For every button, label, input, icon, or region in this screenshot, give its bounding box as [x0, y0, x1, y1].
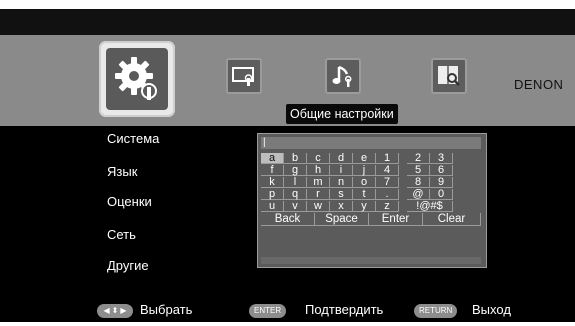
keyboard-row: k l m n o 7 8 9 [261, 177, 453, 188]
brand-logo: DENON [514, 77, 564, 92]
keyboard-row: f g h i j 4 5 6 [261, 165, 453, 176]
key[interactable]: 4 [376, 165, 399, 176]
sidebar-item-ratings[interactable]: Оценки [107, 194, 152, 209]
keyboard-row: u v w x y z !@#$ [261, 201, 453, 212]
exit-hint: Выход [472, 302, 511, 317]
key[interactable]: e [353, 153, 376, 164]
key[interactable]: . [376, 189, 399, 200]
gear-wrench-icon [115, 57, 157, 100]
sidebar-item-system[interactable]: Система [107, 131, 159, 146]
up-down-arrow-icon: ⬍ [111, 306, 119, 315]
key-gap [399, 165, 407, 176]
key[interactable]: k [261, 177, 284, 188]
key[interactable]: s [330, 189, 353, 200]
keyboard-text-input[interactable]: | [261, 137, 481, 149]
key[interactable]: 9 [430, 177, 453, 188]
key[interactable]: x [330, 201, 353, 212]
enter-button: ENTER [249, 304, 287, 318]
key[interactable]: 5 [407, 165, 430, 176]
key-gap [399, 189, 407, 200]
menu-title-label: Общие настройки [286, 104, 398, 124]
key[interactable]: 6 [430, 165, 453, 176]
top-bar [0, 9, 575, 35]
key[interactable]: 1 [376, 153, 399, 164]
key[interactable]: m [307, 177, 330, 188]
key[interactable]: l [284, 177, 307, 188]
key-gap [399, 201, 407, 212]
key-gap [399, 153, 407, 164]
sidebar-item-language[interactable]: Язык [107, 164, 137, 179]
key[interactable]: h [307, 165, 330, 176]
music-note-icon [332, 65, 352, 87]
key[interactable]: t [353, 189, 376, 200]
key[interactable]: y [353, 201, 376, 212]
key[interactable]: r [307, 189, 330, 200]
key[interactable]: u [261, 201, 284, 212]
left-arrow-icon: ◀ [103, 306, 110, 315]
key[interactable]: n [330, 177, 353, 188]
key[interactable]: j [353, 165, 376, 176]
keyboard-footer [261, 257, 481, 264]
key[interactable]: o [353, 177, 376, 188]
key-gap [399, 177, 407, 188]
book-magnifier-icon [438, 66, 460, 86]
key[interactable]: z [376, 201, 399, 212]
key[interactable]: 2 [407, 153, 430, 164]
bottom-strip [0, 322, 575, 326]
select-hint: Выбрать [140, 302, 193, 317]
key[interactable]: q [284, 189, 307, 200]
keyboard-row: p q r s t . @ 0 [261, 189, 453, 200]
sidebar-item-other[interactable]: Другие [107, 258, 149, 273]
sidebar-item-network[interactable]: Сеть [107, 227, 136, 242]
nav-arrows-button: ◀ ⬍ ▶ [97, 304, 133, 318]
key[interactable]: c [307, 153, 330, 164]
key[interactable]: g [284, 165, 307, 176]
key[interactable]: 7 [376, 177, 399, 188]
onscreen-keyboard: | a b c d e 1 2 3 f g h i j 4 5 6 k l m [257, 133, 487, 268]
general-settings-tab[interactable] [99, 41, 175, 117]
setup-screen: DENON Общие настройки Система Язык Оценк… [0, 0, 575, 326]
key[interactable]: 8 [407, 177, 430, 188]
key[interactable]: d [330, 153, 353, 164]
key[interactable]: p [261, 189, 284, 200]
key[interactable]: v [284, 201, 307, 212]
right-arrow-icon: ▶ [120, 306, 127, 315]
audio-settings-tab[interactable] [325, 58, 361, 94]
key[interactable]: 3 [430, 153, 453, 164]
key-space[interactable]: Space [315, 213, 369, 226]
key-back[interactable]: Back [261, 213, 315, 226]
display-wrench-icon [232, 67, 254, 86]
key[interactable]: 0 [430, 189, 453, 200]
key[interactable]: i [330, 165, 353, 176]
key[interactable]: f [261, 165, 284, 176]
confirm-hint: Подтвердить [305, 302, 384, 317]
keyboard-row: a b c d e 1 2 3 [261, 153, 453, 164]
key[interactable]: @ [407, 189, 430, 200]
key[interactable]: a [261, 153, 284, 164]
key-enter[interactable]: Enter [369, 213, 423, 226]
keyboard-action-row: Back Space Enter Clear [261, 213, 481, 226]
key[interactable]: b [284, 153, 307, 164]
return-button: RETURN [414, 304, 458, 318]
info-settings-tab[interactable] [431, 58, 467, 94]
display-settings-tab[interactable] [226, 58, 262, 94]
key-clear[interactable]: Clear [423, 213, 481, 226]
key[interactable]: w [307, 201, 330, 212]
key-symbols[interactable]: !@#$ [407, 201, 453, 212]
